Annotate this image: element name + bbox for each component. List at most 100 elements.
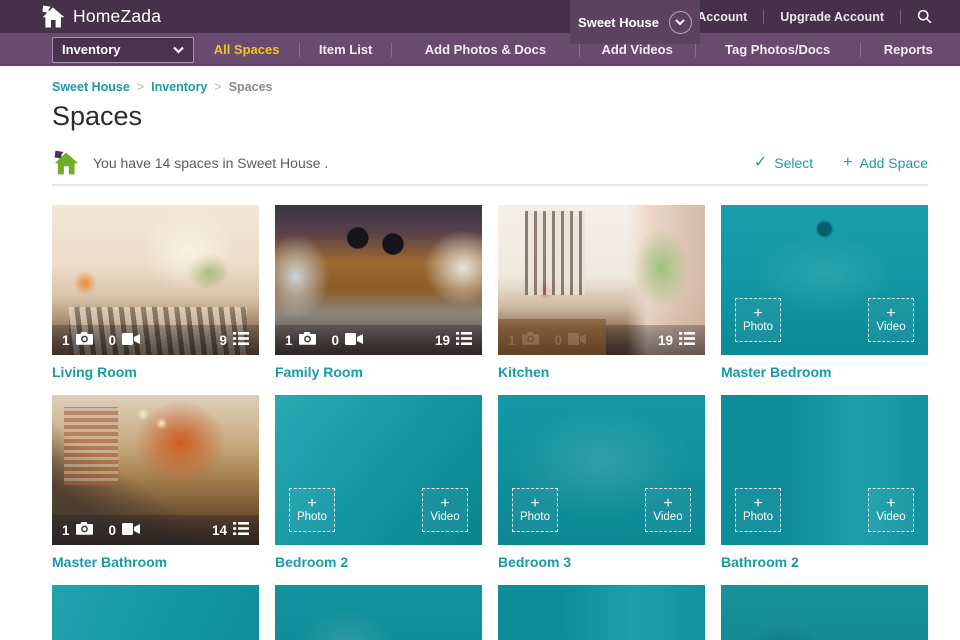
plus-icon: + [530, 495, 540, 513]
breadcrumb-spaces: Spaces [228, 80, 273, 94]
photo-count: 1 [62, 332, 93, 348]
video-count: 0 [109, 522, 141, 538]
media-count-bar: 1 0 19 [498, 325, 705, 356]
plus-icon: + [886, 305, 896, 323]
add-photo-label: Photo [296, 511, 328, 524]
property-selector[interactable]: Sweet House [570, 0, 700, 44]
space-thumbnail[interactable] [275, 585, 482, 640]
space-name-link[interactable]: Kitchen [498, 364, 705, 380]
media-count-bar: 1 0 14 [52, 515, 259, 546]
plus-icon: + [753, 495, 763, 513]
plus-icon: + [753, 305, 763, 323]
space-card: 1 0 19 Family Room [275, 205, 482, 395]
video-count: 0 [332, 332, 364, 348]
space-thumbnail[interactable] [721, 585, 928, 640]
nav-item-reports[interactable]: Reports [861, 33, 956, 66]
breadcrumb-separator: > [136, 80, 145, 94]
space-card: + Photo + Video Bathroom 2 [721, 395, 928, 585]
space-card: 1 0 19 Kitchen [498, 205, 705, 395]
space-name-link[interactable]: Family Room [275, 364, 482, 380]
space-thumbnail[interactable]: 1 0 9 [52, 205, 259, 356]
space-name-link[interactable]: Living Room [52, 364, 259, 380]
select-button[interactable]: ✓ Select [753, 153, 813, 171]
video-count: 0 [555, 332, 587, 348]
list-icon [233, 332, 249, 348]
space-card [52, 585, 259, 640]
space-name-link[interactable]: Bedroom 2 [275, 554, 482, 570]
inventory-dropdown-label: Inventory [62, 42, 121, 57]
item-count[interactable]: 19 [435, 332, 472, 348]
divider [52, 184, 928, 187]
space-card: + Photo + Video Bedroom 3 [498, 395, 705, 585]
add-video-label: Video [430, 511, 460, 524]
main-content: Sweet House > Inventory > Spaces Spaces … [0, 66, 960, 640]
separator [763, 9, 765, 24]
space-name-link[interactable]: Master Bedroom [721, 364, 928, 380]
nav-item-all-spaces[interactable]: All Spaces [194, 33, 299, 66]
search-icon[interactable] [917, 9, 932, 24]
space-thumbnail[interactable]: 1 0 19 [275, 205, 482, 356]
property-selector-label: Sweet House [578, 14, 659, 30]
space-card [498, 585, 705, 640]
video-camera-icon [122, 522, 141, 538]
add-photo-button[interactable]: + Photo [512, 488, 558, 533]
check-icon: ✓ [753, 153, 768, 171]
space-thumbnail[interactable] [498, 585, 705, 640]
inventory-dropdown[interactable]: Inventory [52, 36, 194, 63]
add-video-label: Video [876, 321, 906, 334]
space-card: 1 0 9 Living Room [52, 205, 259, 395]
account-links: My Account Upgrade Account [677, 0, 932, 33]
space-thumbnail[interactable]: + Photo + Video [721, 395, 928, 546]
item-count[interactable]: 14 [212, 522, 249, 538]
breadcrumb-sweet-house[interactable]: Sweet House [52, 80, 130, 94]
breadcrumb-separator: > [214, 80, 222, 94]
space-card: 1 0 14 Master Bathroom [52, 395, 259, 585]
add-photo-label: Photo [742, 511, 774, 524]
add-video-button[interactable]: + Video [868, 298, 914, 343]
add-video-label: Video [876, 511, 906, 524]
space-thumbnail[interactable]: + Photo + Video [275, 395, 482, 546]
space-thumbnail[interactable] [52, 585, 259, 640]
summary-row: You have 14 spaces in Sweet House . ✓ Se… [52, 150, 928, 175]
spaces-summary-text: You have 14 spaces in Sweet House . [93, 154, 329, 171]
space-name-link[interactable]: Master Bathroom [52, 554, 259, 570]
homezada-logo[interactable]: HomeZada [40, 0, 161, 33]
space-thumbnail[interactable]: 1 0 19 [498, 205, 705, 356]
item-count[interactable]: 19 [658, 332, 695, 348]
add-photo-button[interactable]: + Photo [289, 488, 335, 533]
add-video-button[interactable]: + Video [422, 488, 468, 533]
nav-item-tag-photos-docs[interactable]: Tag Photos/Docs [696, 33, 860, 66]
video-camera-icon [345, 332, 364, 348]
add-photo-button[interactable]: + Photo [735, 488, 781, 533]
video-count: 0 [109, 332, 141, 348]
space-thumbnail[interactable]: + Photo + Video [498, 395, 705, 546]
house-logo-icon [42, 5, 65, 28]
nav-item-add-photos-docs[interactable]: Add Photos & Docs [392, 33, 579, 66]
add-photo-label: Photo [519, 511, 551, 524]
add-video-button[interactable]: + Video [645, 488, 691, 533]
chevron-down-icon [173, 46, 184, 54]
add-space-button[interactable]: + Add Space [843, 154, 928, 171]
separator [900, 9, 901, 24]
item-count[interactable]: 9 [219, 332, 249, 348]
inventory-nav: Inventory All Spaces Item List Add Photo… [0, 33, 960, 66]
photo-count: 1 [62, 522, 93, 538]
nav-item-item-list[interactable]: Item List [300, 33, 391, 66]
space-name-link[interactable]: Bathroom 2 [721, 554, 928, 570]
chevron-down-icon [668, 10, 692, 34]
list-icon [456, 332, 472, 348]
space-thumbnail[interactable]: + Photo + Video [721, 205, 928, 356]
brand-name: HomeZada [73, 6, 162, 26]
breadcrumb-inventory[interactable]: Inventory [151, 80, 207, 94]
space-name-link[interactable]: Bedroom 3 [498, 554, 705, 570]
add-photo-button[interactable]: + Photo [735, 298, 781, 343]
space-thumbnail[interactable]: 1 0 14 [52, 395, 259, 546]
space-card [721, 585, 928, 640]
plus-icon: + [663, 495, 673, 513]
page-title: Spaces [52, 101, 143, 131]
video-camera-icon [568, 332, 587, 348]
add-video-button[interactable]: + Video [868, 488, 914, 533]
breadcrumb: Sweet House > Inventory > Spaces [52, 80, 928, 94]
upgrade-account-link[interactable]: Upgrade Account [780, 10, 884, 24]
page-actions: ✓ Select + Add Space [753, 153, 928, 171]
